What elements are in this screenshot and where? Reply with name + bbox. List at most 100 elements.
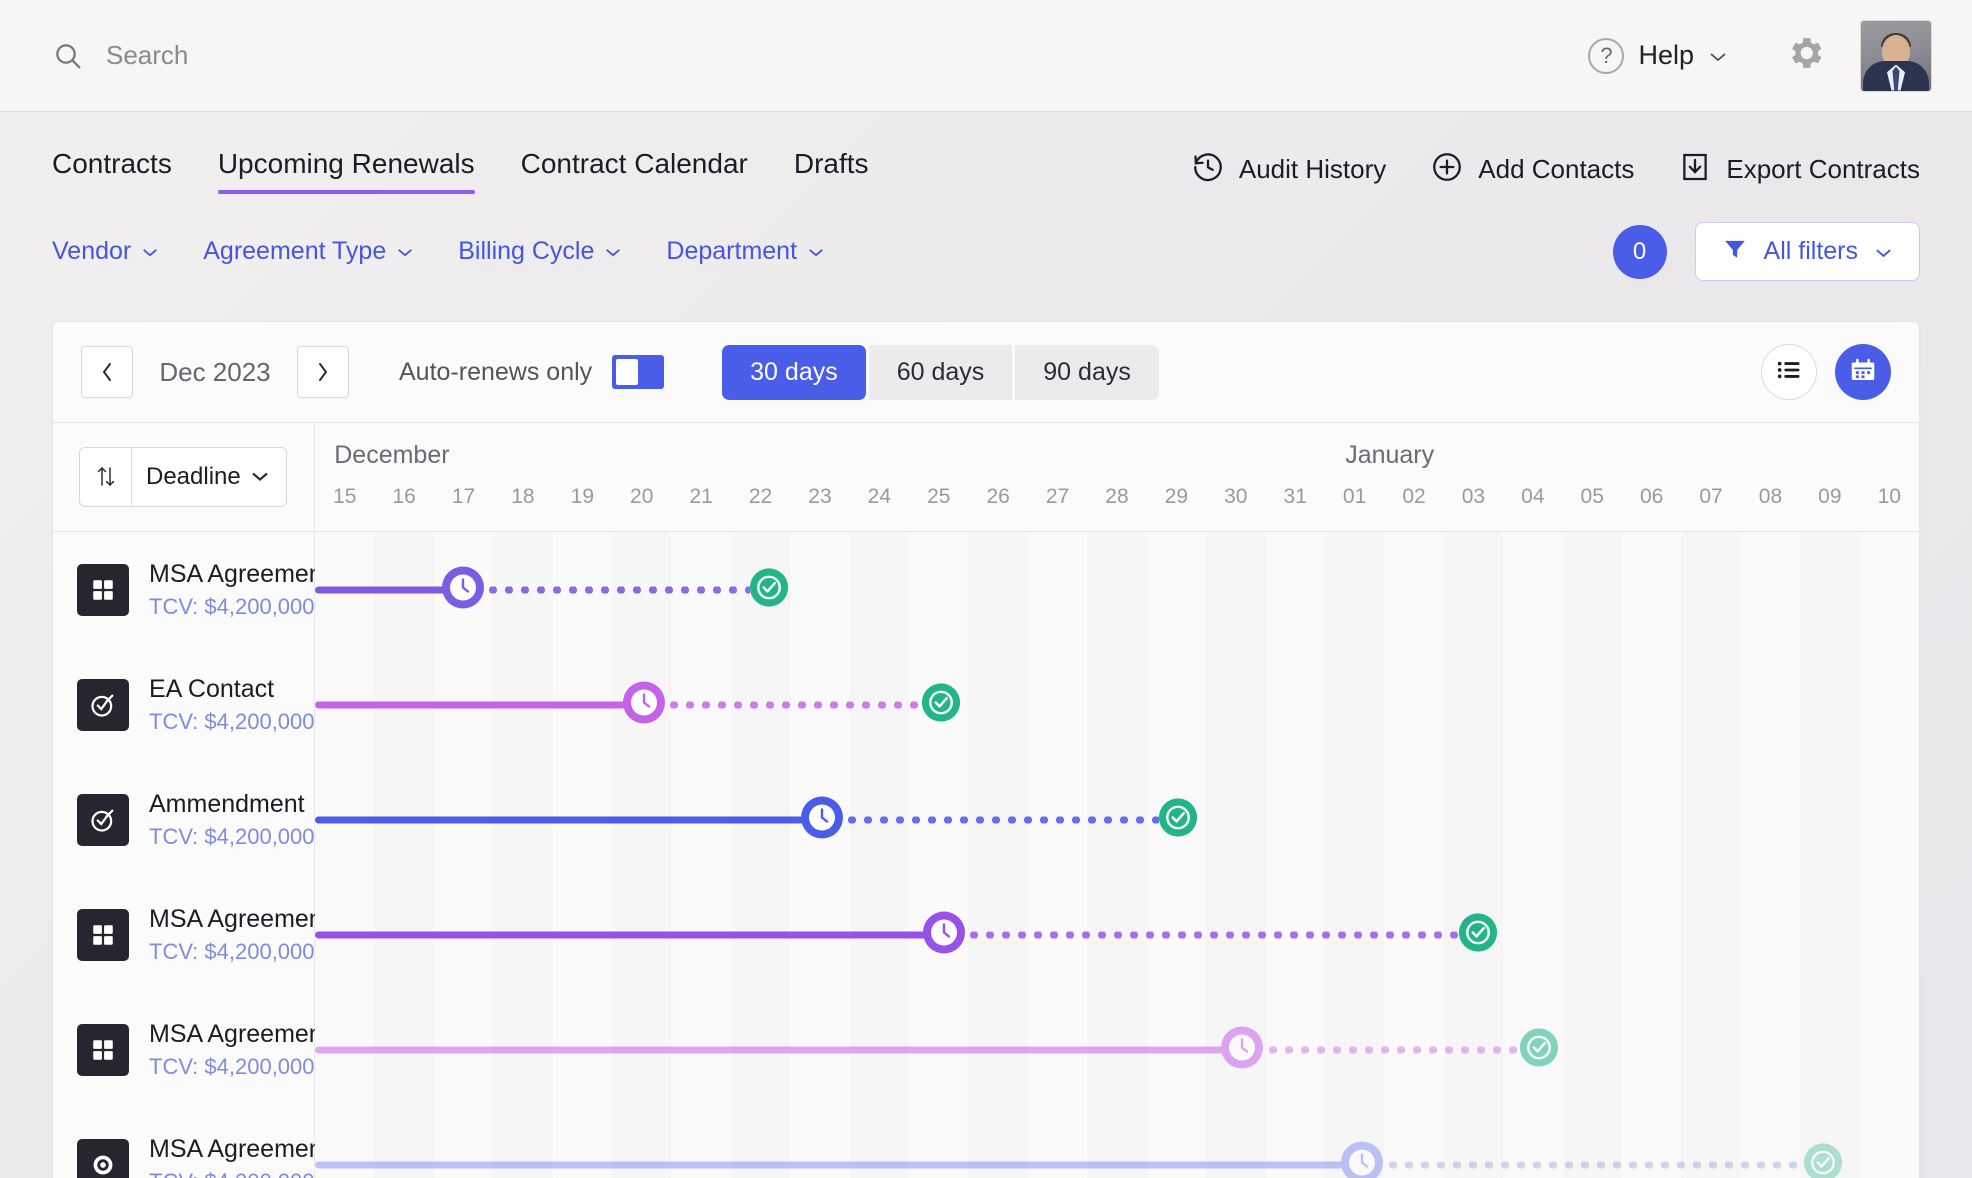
settings-button[interactable] bbox=[1750, 32, 1860, 79]
day-tick: 22 bbox=[731, 485, 790, 509]
chevron-down-icon bbox=[250, 467, 286, 487]
row-tcv: TCV: $4,200,000 bbox=[149, 594, 330, 620]
top-bar: ? Help bbox=[0, 0, 1972, 112]
row-text-group: MSA Agreement TCV: $4,200,000 bbox=[149, 560, 330, 620]
gantt-rows bbox=[315, 532, 1919, 1178]
chevron-down-icon bbox=[604, 245, 622, 263]
row-text-group: EA ContactTCV: $4,200,000 bbox=[149, 675, 315, 735]
all-filters-button[interactable]: All filters bbox=[1695, 222, 1920, 281]
add-contacts-button[interactable]: Add Contacts bbox=[1430, 150, 1634, 189]
gantt-row[interactable] bbox=[315, 877, 1919, 992]
prev-month-button[interactable] bbox=[81, 346, 133, 398]
view-toggle-group bbox=[1761, 344, 1891, 400]
day-tick: 24 bbox=[850, 485, 909, 509]
row-label[interactable]: MSA AgreementTCV: $4,200,000 bbox=[53, 877, 314, 992]
tab-contracts[interactable]: Contracts bbox=[52, 148, 172, 194]
day-tick-row: 1516171819202122232425262728293031010203… bbox=[315, 475, 1919, 527]
next-month-button[interactable] bbox=[297, 346, 349, 398]
deadline-clock-marker[interactable] bbox=[1220, 1025, 1264, 1074]
sort-dropdown[interactable]: Deadline bbox=[79, 447, 287, 507]
gantt-row[interactable] bbox=[315, 992, 1919, 1107]
timeline-axis: DecemberJanuary 151617181920212223242526… bbox=[315, 423, 1919, 531]
deadline-clock-marker[interactable] bbox=[922, 910, 966, 959]
search-container[interactable] bbox=[52, 40, 1566, 72]
timeline-toolbar: Dec 2023 Auto-renews only 30 days 60 day… bbox=[53, 322, 1919, 423]
row-title: MSA Agreement bbox=[149, 1135, 330, 1164]
day-tick: 03 bbox=[1444, 485, 1503, 509]
renewal-window-dotted-line bbox=[1265, 1046, 1520, 1053]
row-label[interactable]: AmmendmentTCV: $4,200,000 bbox=[53, 762, 314, 877]
tab-upcoming-renewals[interactable]: Upcoming Renewals bbox=[218, 148, 475, 194]
active-filter-count-badge[interactable]: 0 bbox=[1613, 225, 1667, 279]
target-check-icon bbox=[77, 794, 129, 846]
day-tick: 02 bbox=[1384, 485, 1443, 509]
history-clock-icon bbox=[1191, 150, 1225, 189]
row-title: MSA Agreement bbox=[149, 1020, 330, 1049]
row-text-group: MSA AgreementTCV: $4,200,000 bbox=[149, 1135, 330, 1178]
help-button[interactable]: ? Help bbox=[1566, 30, 1750, 82]
filter-department[interactable]: Department bbox=[666, 237, 825, 266]
deadline-clock-marker[interactable] bbox=[1340, 1140, 1384, 1178]
day-tick: 23 bbox=[790, 485, 849, 509]
audit-history-button[interactable]: Audit History bbox=[1191, 150, 1386, 189]
day-tick: 31 bbox=[1266, 485, 1325, 509]
day-tick: 20 bbox=[612, 485, 671, 509]
filter-agreement-type[interactable]: Agreement Type bbox=[203, 237, 414, 266]
day-tick: 28 bbox=[1087, 485, 1146, 509]
range-60-days[interactable]: 60 days bbox=[869, 345, 1013, 400]
day-tick: 01 bbox=[1325, 485, 1384, 509]
gantt-row[interactable] bbox=[315, 1107, 1919, 1178]
avatar[interactable] bbox=[1860, 20, 1932, 92]
day-tick: 09 bbox=[1800, 485, 1859, 509]
range-30-days[interactable]: 30 days bbox=[722, 345, 866, 400]
download-box-icon bbox=[1678, 150, 1712, 189]
gear-icon bbox=[1784, 32, 1826, 79]
row-label[interactable]: MSA AgreementTCV: $4,200,000 bbox=[53, 532, 314, 647]
renewal-complete-marker[interactable] bbox=[1518, 1026, 1560, 1073]
day-tick: 19 bbox=[553, 485, 612, 509]
renewal-complete-marker[interactable] bbox=[1157, 796, 1199, 843]
day-range-segmented-control: 30 days 60 days 90 days bbox=[722, 345, 1159, 400]
sort-value: Deadline bbox=[132, 463, 250, 491]
gantt-row[interactable] bbox=[315, 647, 1919, 762]
row-label[interactable]: MSA AgreementTCV: $4,200,000 bbox=[53, 992, 314, 1107]
tab-bar: Contracts Upcoming Renewals Contract Cal… bbox=[52, 148, 869, 194]
auto-renews-switch[interactable] bbox=[612, 355, 664, 389]
row-text-group: MSA AgreementTCV: $4,200,000 bbox=[149, 905, 330, 965]
month-label-december: December bbox=[334, 441, 449, 470]
renewal-complete-marker[interactable] bbox=[748, 566, 790, 613]
gantt-row[interactable] bbox=[315, 532, 1919, 647]
renewal-window-dotted-line bbox=[966, 931, 1458, 938]
calendar-view-icon bbox=[1848, 355, 1878, 390]
row-label[interactable]: MSA AgreementTCV: $4,200,000 bbox=[53, 1107, 314, 1178]
search-input[interactable] bbox=[106, 40, 726, 71]
calendar-view-button[interactable] bbox=[1835, 344, 1891, 400]
renewal-complete-marker[interactable] bbox=[1802, 1141, 1844, 1178]
list-view-button[interactable] bbox=[1761, 344, 1817, 400]
contract-term-bar bbox=[315, 1046, 1242, 1053]
deadline-clock-marker[interactable] bbox=[622, 680, 666, 729]
renewal-complete-marker[interactable] bbox=[920, 681, 962, 728]
filter-billing-cycle[interactable]: Billing Cycle bbox=[458, 237, 622, 266]
row-title: MSA Agreement bbox=[149, 560, 330, 589]
plus-circle-icon bbox=[1430, 150, 1464, 189]
renewal-complete-marker[interactable] bbox=[1457, 911, 1499, 958]
filter-vendor-label: Vendor bbox=[52, 237, 131, 266]
chevron-down-icon bbox=[141, 245, 159, 263]
day-tick: 06 bbox=[1622, 485, 1681, 509]
day-tick: 27 bbox=[1028, 485, 1087, 509]
row-tcv: TCV: $4,200,000 bbox=[149, 939, 330, 965]
day-tick: 05 bbox=[1563, 485, 1622, 509]
export-contracts-button[interactable]: Export Contracts bbox=[1678, 150, 1920, 189]
filter-vendor[interactable]: Vendor bbox=[52, 237, 159, 266]
tab-contract-calendar[interactable]: Contract Calendar bbox=[521, 148, 748, 194]
deadline-clock-marker[interactable] bbox=[441, 565, 485, 614]
row-label[interactable]: EA ContactTCV: $4,200,000 bbox=[53, 647, 314, 762]
tab-drafts[interactable]: Drafts bbox=[794, 148, 869, 194]
deadline-clock-marker[interactable] bbox=[800, 795, 844, 844]
range-90-days[interactable]: 90 days bbox=[1015, 345, 1159, 400]
filter-department-label: Department bbox=[666, 237, 797, 266]
gantt-row[interactable] bbox=[315, 762, 1919, 877]
sort-control-container: Deadline bbox=[53, 423, 315, 531]
day-tick: 29 bbox=[1147, 485, 1206, 509]
